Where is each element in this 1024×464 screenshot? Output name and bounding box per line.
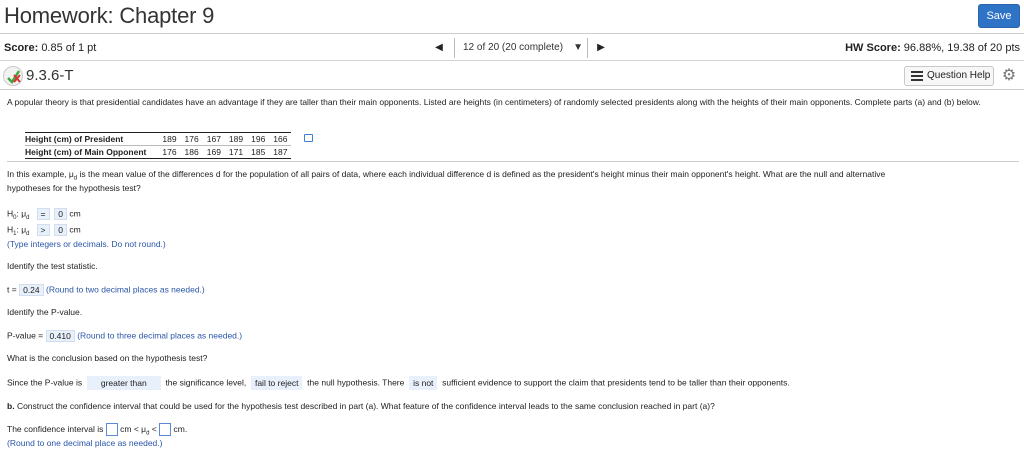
conclusion-question: What is the conclusion based on the hypo… — [7, 353, 208, 363]
score: Score: 0.85 of 1 pt — [4, 42, 96, 54]
score-label: Score: — [4, 42, 39, 54]
score-value: 0.85 of 1 pt — [41, 42, 97, 54]
table-row: Height (cm) of Main Opponent 176 186 169… — [25, 145, 292, 159]
test-statistic-row: t = 0.24 (Round to two decimal places as… — [7, 284, 205, 296]
part-b-question: b. Construct the confidence interval tha… — [7, 401, 715, 411]
ci-upper-input[interactable] — [159, 423, 172, 436]
question-select[interactable]: 12 of 20 (20 complete) ▼ — [454, 38, 588, 58]
homework-title: Homework: Chapter 9 — [4, 3, 215, 28]
ci-lower-input[interactable] — [105, 423, 118, 436]
table-row: Height (cm) of President 189 176 167 189… — [25, 132, 292, 146]
h1-value-input[interactable]: 0 — [54, 224, 67, 236]
divider — [7, 161, 1019, 162]
h1-operator-select[interactable]: > — [36, 224, 50, 236]
question-help-button[interactable]: Question Help — [904, 66, 994, 86]
table-cell: 186 — [180, 145, 203, 159]
gear-icon[interactable]: ⚙ — [1000, 67, 1018, 85]
table-cell: 187 — [269, 145, 292, 159]
confidence-interval-row: The confidence interval is cm < μd < cm. — [7, 423, 188, 437]
table-cell: 196 — [247, 132, 270, 146]
question-help-label: Question Help — [927, 70, 991, 81]
identify-statistic: Identify the test statistic. — [7, 261, 98, 271]
table-cell: 167 — [202, 132, 225, 146]
evidence-select[interactable]: is not — [409, 376, 438, 390]
table-cell: 171 — [224, 145, 248, 159]
question-header: 9.3.6-T Question Help ⚙ — [0, 62, 1024, 90]
hw-score-value: 96.88%, 19.38 of 20 pts — [903, 42, 1020, 54]
p-value-row: P-value = 0.410 (Round to three decimal … — [7, 330, 243, 342]
list-icon — [911, 71, 923, 81]
height-data-table: Height (cm) of President 189 176 167 189… — [25, 132, 292, 159]
hw-score: HW Score: 96.88%, 19.38 of 20 pts — [845, 42, 1020, 54]
row-label: Height (cm) of Main Opponent — [25, 145, 159, 159]
table-cell: 169 — [202, 145, 225, 159]
row-label: Height (cm) of President — [25, 132, 159, 146]
question-number: 9.3.6-T — [26, 67, 74, 84]
next-question-icon[interactable]: ▶ — [594, 41, 608, 55]
chevron-down-icon: ▼ — [573, 42, 583, 53]
table-cell: 189 — [224, 132, 248, 146]
save-button[interactable]: Save — [978, 4, 1020, 28]
hw-score-label: HW Score: — [845, 42, 901, 54]
table-cell: 176 — [180, 132, 203, 146]
table-cell: 185 — [247, 145, 270, 159]
h0-value-input[interactable]: 0 — [54, 208, 67, 220]
question-select-text: 12 of 20 (20 complete) — [463, 42, 564, 53]
previous-question-icon[interactable]: ◀ — [432, 41, 446, 55]
null-hypothesis: H0: μd = 0 cm — [7, 208, 81, 221]
top-header: Homework: Chapter 9 Save — [0, 0, 1024, 34]
conclusion-row: Since the P-value is greater than the si… — [7, 376, 790, 390]
score-bar: Score: 0.85 of 1 pt ◀ 12 of 20 (20 compl… — [0, 35, 1024, 61]
identify-p-value: Identify the P-value. — [7, 307, 83, 317]
table-cell: 176 — [158, 145, 181, 159]
ci-hint: (Round to one decimal place as needed.) — [7, 438, 163, 448]
comparison-select[interactable]: greater than — [86, 376, 161, 390]
h0-operator-select[interactable]: = — [36, 208, 50, 220]
p-value-input[interactable]: 0.410 — [45, 330, 75, 342]
table-cell: 189 — [158, 132, 181, 146]
partial-credit-icon — [3, 66, 23, 86]
hypothesis-hint: (Type integers or decimals. Do not round… — [7, 239, 166, 249]
decision-select[interactable]: fail to reject — [250, 376, 303, 390]
copy-data-icon[interactable] — [304, 134, 313, 142]
table-cell: 166 — [269, 132, 292, 146]
t-value-input[interactable]: 0.24 — [19, 284, 44, 296]
example-text: In this example, μd is the mean value of… — [7, 169, 886, 182]
example-text-cont: hypotheses for the hypothesis test? — [7, 183, 141, 193]
alternative-hypothesis: H1: μd > 0 cm — [7, 224, 81, 237]
intro-text: A popular theory is that presidential ca… — [7, 97, 981, 107]
